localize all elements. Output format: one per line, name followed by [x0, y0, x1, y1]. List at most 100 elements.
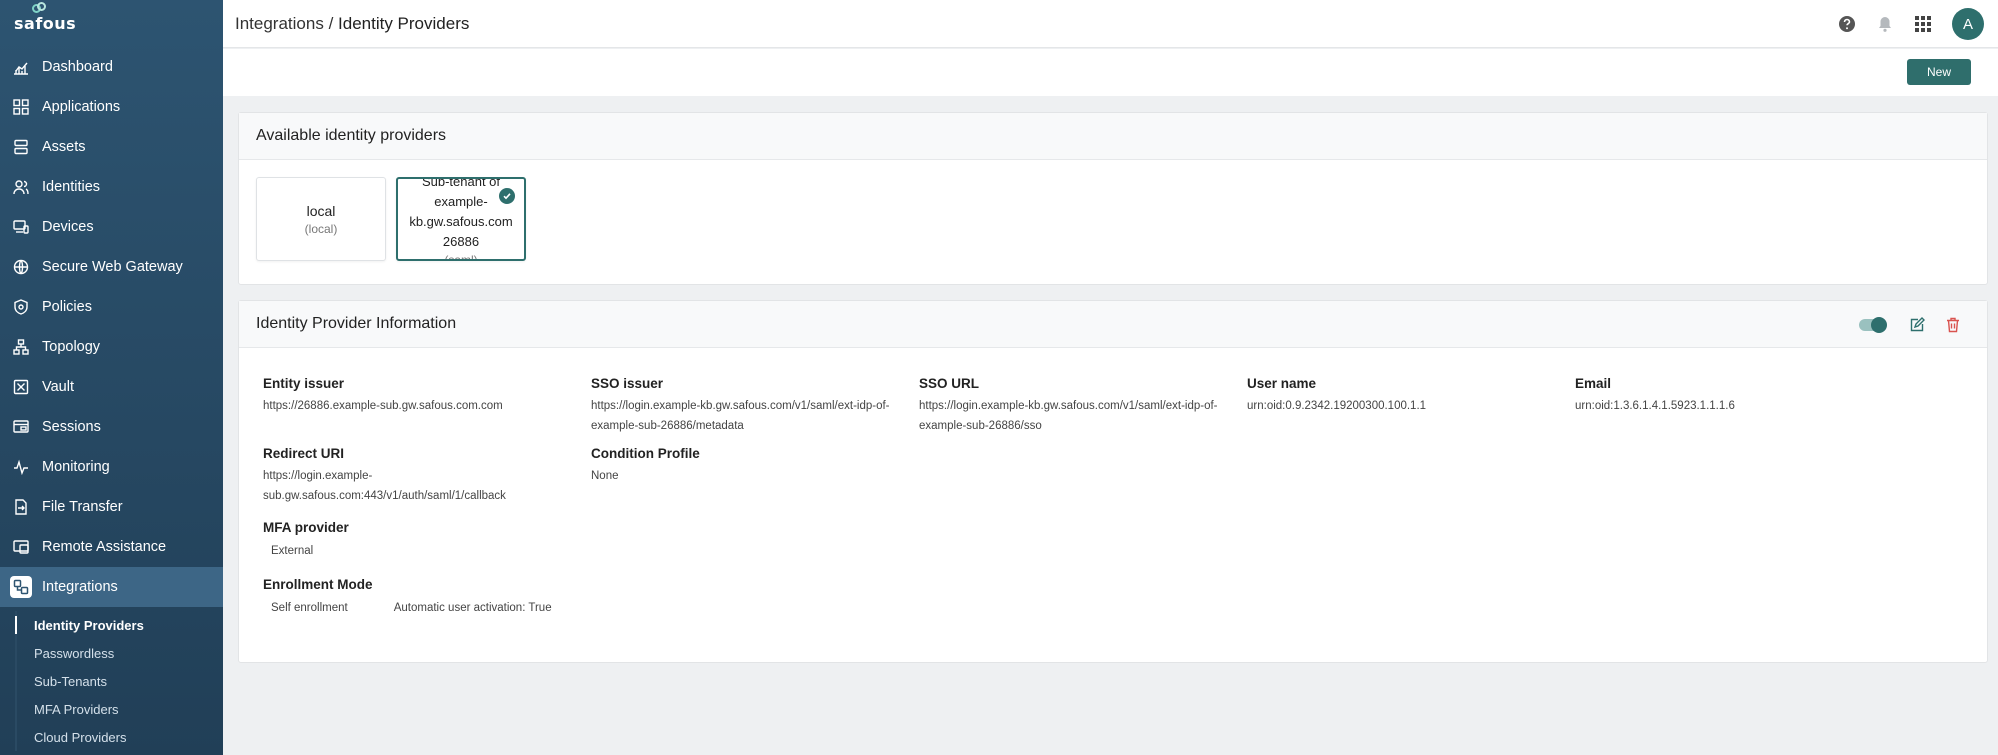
entity-issuer-field: Entity issuer https://26886.example-sub.… — [263, 375, 583, 416]
mfa-provider-field: MFA provider External — [263, 519, 583, 561]
sidebar-item-label: Secure Web Gateway — [42, 259, 183, 275]
sidebar-item-integrations[interactable]: Integrations — [0, 567, 223, 607]
redirect-uri-value: https://login.example-sub.gw.safous.com:… — [263, 470, 506, 502]
brand-logo[interactable]: safous — [0, 0, 223, 38]
sidebar-item-policies[interactable]: Policies — [0, 287, 223, 327]
sso-url-value: https://login.example-kb.gw.safous.com/v… — [919, 400, 1218, 432]
topology-icon — [12, 338, 30, 356]
avatar[interactable]: A — [1952, 8, 1984, 40]
condition-profile-value: None — [591, 470, 619, 482]
stack-icon — [12, 138, 30, 156]
sidebar-item-vault[interactable]: Vault — [0, 367, 223, 407]
header-actions: A — [1828, 0, 1998, 48]
subnav-item-identity-providers[interactable]: Identity Providers — [0, 611, 223, 639]
user-name-label: User name — [1247, 376, 1317, 391]
sidebar: safous Dashboard Applications Assets Ide… — [0, 0, 223, 755]
email-label: Email — [1575, 376, 1612, 391]
sso-issuer-label: SSO issuer — [591, 376, 664, 391]
mfa-provider-label: MFA provider — [263, 520, 349, 535]
sidebar-nav: Dashboard Applications Assets Identities… — [0, 47, 223, 607]
entity-issuer-value: https://26886.example-sub.gw.safous.com.… — [263, 400, 503, 412]
breadcrumb-separator: / — [323, 13, 339, 33]
action-bar: New — [223, 49, 1998, 96]
subnav-item-passwordless[interactable]: Passwordless — [0, 639, 223, 667]
sso-issuer-value: https://login.example-kb.gw.safous.com/v… — [591, 400, 890, 432]
users-icon — [12, 178, 30, 196]
edit-icon[interactable] — [1899, 316, 1935, 333]
remote-icon — [12, 538, 30, 556]
sidebar-item-label: Topology — [42, 339, 101, 355]
bell-icon[interactable] — [1866, 15, 1904, 33]
sidebar-item-monitoring[interactable]: Monitoring — [0, 447, 223, 487]
provider-tile-sub-tenant[interactable]: Sub-tenant of example-kb.gw.safous.com 2… — [396, 177, 526, 261]
sidebar-item-label: Sessions — [42, 419, 101, 435]
integrations-subnav: Identity Providers Passwordless Sub-Tena… — [0, 611, 223, 751]
provider-name: local — [306, 203, 336, 219]
sso-url-field: SSO URL https://login.example-kb.gw.safo… — [919, 375, 1239, 436]
available-providers-title: Available identity providers — [239, 113, 1987, 160]
provider-tile-local[interactable]: local (local) — [256, 177, 386, 261]
sidebar-item-label: File Transfer — [42, 499, 123, 515]
sidebar-item-label: Policies — [42, 299, 92, 315]
vault-icon — [12, 378, 30, 396]
provider-type: (local) — [304, 222, 338, 236]
file-transfer-icon — [12, 498, 30, 516]
sidebar-item-label: Vault — [42, 379, 74, 395]
mfa-provider-value: External — [271, 545, 314, 557]
sidebar-item-sessions[interactable]: Sessions — [0, 407, 223, 447]
enrollment-mode-label: Enrollment Mode — [263, 577, 373, 592]
redirect-uri-label: Redirect URI — [263, 446, 345, 461]
available-providers-card: Available identity providers local (loca… — [238, 112, 1988, 285]
sessions-icon — [12, 418, 30, 436]
chart-icon — [12, 58, 30, 76]
apps-grid-icon[interactable] — [1904, 16, 1942, 32]
globe-icon — [12, 258, 30, 276]
sidebar-item-identities[interactable]: Identities — [0, 167, 223, 207]
auto-activation-value: Automatic user activation: True — [393, 602, 552, 614]
breadcrumb: Integrations / Identity Providers — [235, 14, 469, 34]
sidebar-item-topology[interactable]: Topology — [0, 327, 223, 367]
sidebar-item-remote-assistance[interactable]: Remote Assistance — [0, 527, 223, 567]
integrations-icon — [10, 576, 32, 598]
help-icon[interactable] — [1828, 15, 1866, 33]
breadcrumb-parent[interactable]: Integrations — [235, 14, 324, 33]
selected-check-icon — [499, 188, 515, 204]
pulse-icon — [12, 458, 30, 476]
user-name-field: User name urn:oid:0.9.2342.19200300.100.… — [1247, 375, 1567, 416]
user-name-value: urn:oid:0.9.2342.19200300.100.1.1 — [1247, 400, 1427, 412]
shield-icon — [12, 298, 30, 316]
sidebar-item-label: Remote Assistance — [42, 539, 167, 555]
devices-icon — [12, 218, 30, 236]
subnav-item-mfa-providers[interactable]: MFA Providers — [0, 695, 223, 723]
condition-profile-label: Condition Profile — [591, 446, 700, 461]
entity-issuer-label: Entity issuer — [263, 376, 345, 391]
provider-type: (saml) — [444, 253, 478, 261]
sidebar-item-dashboard[interactable]: Dashboard — [0, 47, 223, 87]
sidebar-item-assets[interactable]: Assets — [0, 127, 223, 167]
provider-info-actions — [1859, 301, 1971, 348]
new-button[interactable]: New — [1907, 59, 1971, 85]
sidebar-item-label: Monitoring — [42, 459, 110, 475]
sidebar-item-secure-web-gateway[interactable]: Secure Web Gateway — [0, 247, 223, 287]
email-field: Email urn:oid:1.3.6.1.4.1.5923.1.1.1.6 — [1575, 375, 1895, 416]
enable-toggle[interactable] — [1859, 316, 1887, 333]
logo-mark-icon — [32, 2, 48, 16]
provider-info-header: Identity Provider Information — [239, 301, 1987, 348]
sidebar-item-label: Dashboard — [42, 59, 113, 75]
subnav-item-cloud-providers[interactable]: Cloud Providers — [0, 723, 223, 751]
breadcrumb-current: Identity Providers — [338, 13, 470, 33]
header: Integrations / Identity Providers A — [223, 0, 1998, 48]
grid-icon — [12, 98, 30, 116]
sidebar-item-devices[interactable]: Devices — [0, 207, 223, 247]
sidebar-item-file-transfer[interactable]: File Transfer — [0, 487, 223, 527]
email-value: urn:oid:1.3.6.1.4.1.5923.1.1.1.6 — [1575, 400, 1735, 412]
condition-profile-field: Condition Profile None — [591, 445, 911, 486]
sidebar-item-label: Assets — [42, 139, 86, 155]
sidebar-item-applications[interactable]: Applications — [0, 87, 223, 127]
delete-icon[interactable] — [1935, 317, 1971, 333]
subnav-item-sub-tenants[interactable]: Sub-Tenants — [0, 667, 223, 695]
redirect-uri-field: Redirect URI https://login.example-sub.g… — [263, 445, 553, 506]
provider-info-title: Identity Provider Information — [256, 315, 457, 332]
sso-url-label: SSO URL — [919, 376, 980, 391]
enrollment-mode-value: Self enrollment — [271, 602, 348, 614]
